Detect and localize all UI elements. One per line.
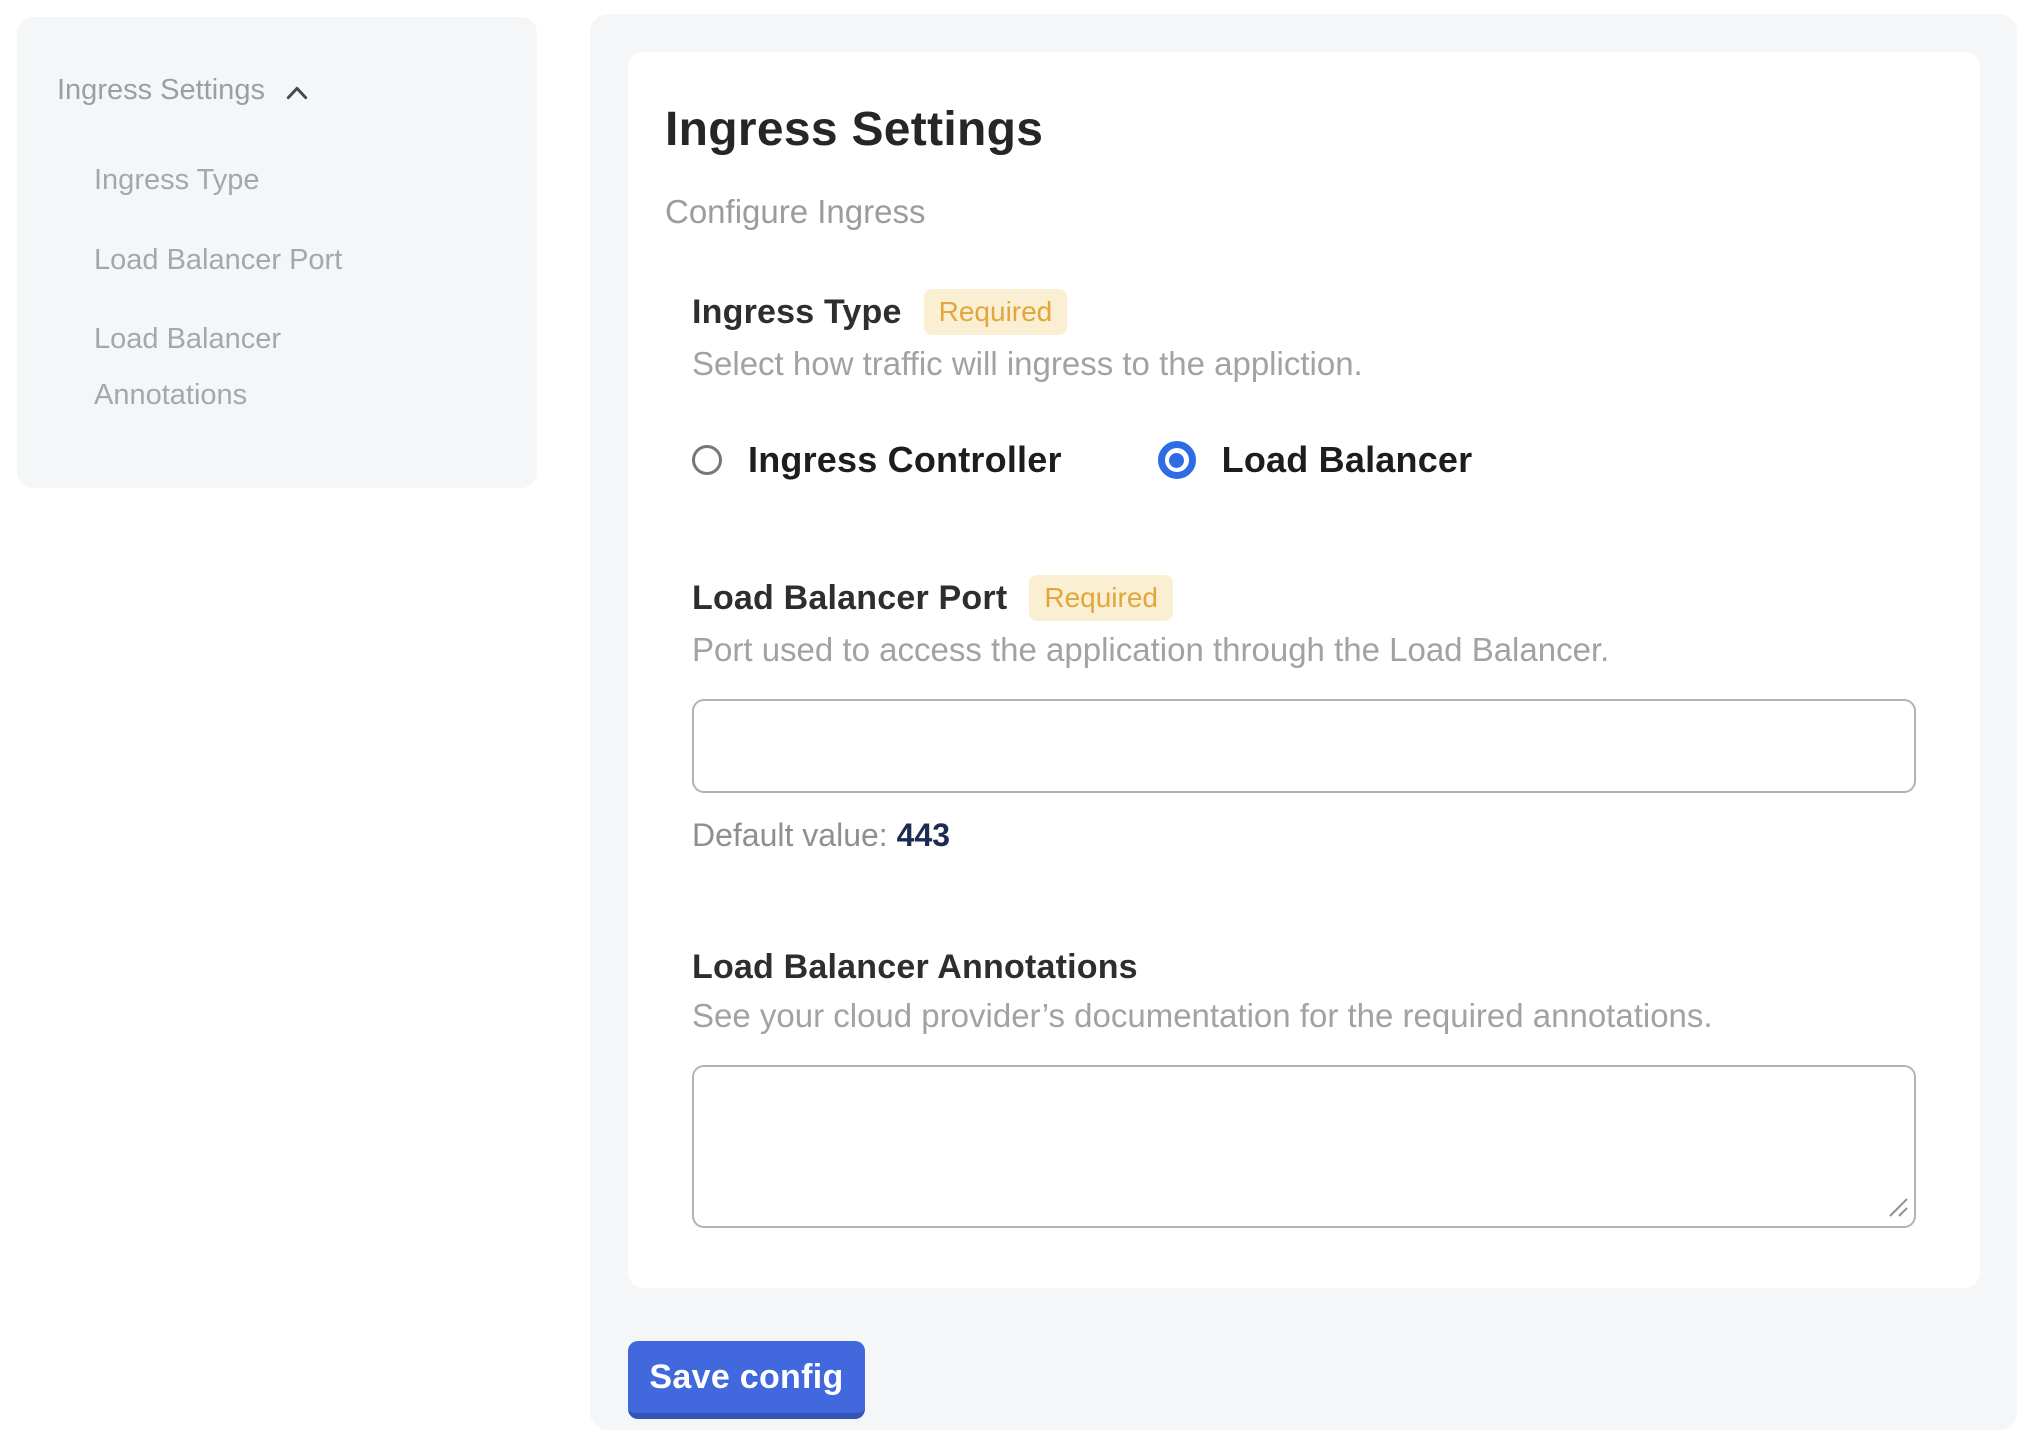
textarea-resize-handle-icon[interactable] (1886, 1195, 1910, 1219)
ingress-type-description: Select how traffic will ingress to the a… (692, 345, 1916, 383)
required-badge: Required (1029, 575, 1173, 621)
load-balancer-annotations-field: Load Balancer Annotations See your cloud… (692, 948, 1916, 1228)
load-balancer-annotations-description: See your cloud provider’s documentation … (692, 997, 1916, 1035)
default-value-number: 443 (897, 817, 950, 853)
load-balancer-port-field-head: Load Balancer Port Required (692, 575, 1916, 621)
ingress-type-label: Ingress Type (692, 293, 902, 332)
radio-label-load-balancer: Load Balancer (1222, 439, 1473, 481)
radio-label-ingress-controller: Ingress Controller (748, 439, 1062, 481)
ingress-settings-card: Ingress Settings Configure Ingress Ingre… (628, 52, 1980, 1288)
sidebar-item-ingress-type[interactable]: Ingress Type (94, 153, 424, 209)
main-panel: Ingress Settings Configure Ingress Ingre… (590, 14, 2017, 1430)
sidebar-item-load-balancer-annotations[interactable]: Load Balancer Annotations (94, 312, 424, 423)
radio-dot (1169, 453, 1184, 468)
sidebar-group-label: Ingress Settings (57, 75, 265, 107)
save-config-button[interactable]: Save config (628, 1341, 865, 1419)
ingress-type-radio-group: Ingress Controller Load Balancer (692, 439, 1916, 481)
page-title: Ingress Settings (665, 102, 1916, 157)
load-balancer-annotations-label: Load Balancer Annotations (692, 948, 1138, 987)
load-balancer-annotations-textarea[interactable] (692, 1065, 1916, 1228)
radio-option-load-balancer[interactable]: Load Balancer (1158, 439, 1473, 481)
radio-unselected-icon[interactable] (692, 445, 722, 475)
load-balancer-port-label: Load Balancer Port (692, 579, 1007, 618)
default-value-helper: Default value:443 (692, 817, 1916, 854)
page-subtitle: Configure Ingress (665, 193, 1916, 231)
load-balancer-port-description: Port used to access the application thro… (692, 631, 1916, 669)
form-fields: Ingress Type Required Select how traffic… (692, 289, 1916, 1228)
required-badge: Required (924, 289, 1068, 335)
load-balancer-port-input[interactable] (692, 699, 1916, 793)
radio-option-ingress-controller[interactable]: Ingress Controller (692, 439, 1062, 481)
sidebar-item-load-balancer-port[interactable]: Load Balancer Port (94, 233, 424, 289)
load-balancer-annotations-field-head: Load Balancer Annotations (692, 948, 1916, 987)
sidebar-group-ingress-settings[interactable]: Ingress Settings (57, 73, 507, 109)
settings-nav-sidebar: Ingress Settings Ingress Type Load Balan… (17, 17, 537, 488)
default-value-label: Default value: (692, 817, 888, 853)
radio-selected-icon[interactable] (1158, 441, 1196, 479)
ingress-type-field-head: Ingress Type Required (692, 289, 1916, 335)
ingress-type-field: Ingress Type Required Select how traffic… (692, 289, 1916, 481)
load-balancer-port-field: Load Balancer Port Required Port used to… (692, 575, 1916, 854)
annotations-textarea-wrap (692, 1065, 1916, 1228)
sidebar-item-list: Ingress Type Load Balancer Port Load Bal… (57, 153, 424, 424)
chevron-up-icon[interactable] (281, 77, 313, 109)
